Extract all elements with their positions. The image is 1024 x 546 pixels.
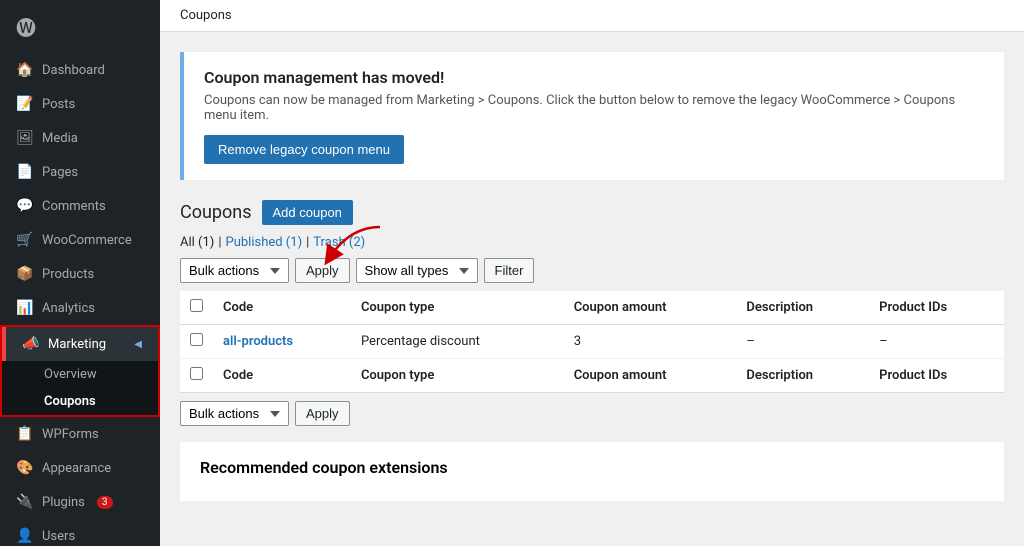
top-toolbar: Bulk actions Apply Show all types Filter	[180, 258, 1004, 283]
sidebar-item-label: Comments	[42, 199, 106, 214]
apply-button-bottom[interactable]: Apply	[295, 401, 350, 426]
footer-coupon-amount: Coupon amount	[564, 359, 737, 393]
sidebar-item-label: Marketing	[48, 337, 106, 352]
filter-tab-trash[interactable]: Trash (2)	[313, 235, 365, 250]
bulk-actions-select-top[interactable]: Bulk actions	[180, 258, 289, 283]
row-amount: 3	[564, 325, 737, 359]
sidebar-item-users[interactable]: 👤 Users	[0, 519, 160, 546]
notice-box: Coupon management has moved! Coupons can…	[180, 52, 1004, 180]
sidebar-item-label: Products	[42, 267, 94, 282]
footer-coupon-type: Coupon type	[351, 359, 564, 393]
sidebar-item-products[interactable]: 📦 Products	[0, 257, 160, 291]
remove-legacy-menu-button[interactable]: Remove legacy coupon menu	[204, 135, 404, 164]
sidebar-item-pages[interactable]: 📄 Pages	[0, 155, 160, 189]
apply-button-top[interactable]: Apply	[295, 258, 350, 283]
footer-product-ids: Product IDs	[869, 359, 1004, 393]
plugins-badge: 3	[97, 496, 113, 509]
sidebar-item-dashboard[interactable]: 🏠 Dashboard	[0, 53, 160, 87]
coupon-link[interactable]: all-products	[223, 334, 293, 349]
sidebar-item-marketing[interactable]: 📣 Marketing ◀	[2, 327, 158, 361]
topbar: Coupons	[160, 0, 1024, 32]
header-coupon-type: Coupon type	[351, 291, 564, 325]
filter-tabs: All (1) | Published (1) | Trash (2)	[180, 235, 1004, 250]
woo-icon: 🛒	[16, 231, 34, 249]
sidebar-sub-item-coupons[interactable]: Coupons	[2, 388, 158, 415]
sidebar-item-wpforms[interactable]: 📋 WPForms	[0, 417, 160, 451]
posts-icon: 📝	[16, 95, 34, 113]
select-all-checkbox[interactable]	[190, 299, 203, 312]
filter-tab-all[interactable]: All (1)	[180, 235, 214, 250]
sidebar-item-label: WooCommerce	[42, 233, 132, 248]
analytics-icon: 📊	[16, 299, 34, 317]
wp-icon: 🅦	[16, 12, 36, 41]
sidebar-item-label: Posts	[42, 97, 75, 112]
filter-button[interactable]: Filter	[484, 258, 535, 283]
row-checkbox-col	[180, 325, 213, 359]
header-product-ids: Product IDs	[869, 291, 1004, 325]
footer-code: Code	[213, 359, 351, 393]
sidebar-item-appearance[interactable]: 🎨 Appearance	[0, 451, 160, 485]
header-description: Description	[736, 291, 869, 325]
footer-checkbox-col	[180, 359, 213, 393]
row-checkbox[interactable]	[190, 333, 203, 346]
filter-tab-published[interactable]: Published (1)	[226, 235, 303, 250]
sidebar-item-media[interactable]: 🖼 Media	[0, 121, 160, 155]
row-type: Percentage discount	[351, 325, 564, 359]
footer-description: Description	[736, 359, 869, 393]
add-coupon-button[interactable]: Add coupon	[262, 200, 353, 225]
appearance-icon: 🎨	[16, 459, 34, 477]
marketing-icon: 📣	[22, 335, 40, 353]
users-icon: 👤	[16, 527, 34, 545]
content-area: Coupon management has moved! Coupons can…	[160, 32, 1024, 546]
chevron-icon: ◀	[134, 339, 142, 350]
select-all-footer-checkbox[interactable]	[190, 367, 203, 380]
media-icon: 🖼	[16, 129, 34, 147]
sidebar-item-label: Analytics	[42, 301, 95, 316]
sidebar-item-woocommerce[interactable]: 🛒 WooCommerce	[0, 223, 160, 257]
row-description: –	[736, 325, 869, 359]
sidebar-sub-item-overview[interactable]: Overview	[2, 361, 158, 388]
table-header-row: Code Coupon type Coupon amount Descripti…	[180, 291, 1004, 325]
show-all-types-select[interactable]: Show all types	[356, 258, 478, 283]
comments-icon: 💬	[16, 197, 34, 215]
recommended-section: Recommended coupon extensions	[180, 442, 1004, 501]
plugins-icon: 🔌	[16, 493, 34, 511]
bottom-toolbar: Bulk actions Apply	[180, 401, 1004, 426]
table-footer-row: Code Coupon type Coupon amount Descripti…	[180, 359, 1004, 393]
notice-body: Coupons can now be managed from Marketin…	[204, 93, 984, 123]
sidebar-item-label: Plugins	[42, 495, 85, 510]
sidebar-item-label: WPForms	[42, 427, 99, 442]
sidebar-item-posts[interactable]: 📝 Posts	[0, 87, 160, 121]
sidebar-item-comments[interactable]: 💬 Comments	[0, 189, 160, 223]
sidebar-item-label: Dashboard	[42, 63, 105, 78]
sidebar: 🅦 🏠 Dashboard 📝 Posts 🖼 Media 📄 Pages 💬 …	[0, 0, 160, 546]
sidebar-item-plugins[interactable]: 🔌 Plugins 3	[0, 485, 160, 519]
wpforms-icon: 📋	[16, 425, 34, 443]
main-content: Coupons Coupon management has moved! Cou…	[160, 0, 1024, 546]
products-icon: 📦	[16, 265, 34, 283]
sidebar-item-label: Appearance	[42, 461, 111, 476]
sidebar-item-label: Users	[42, 529, 75, 544]
wp-logo: 🅦	[0, 0, 160, 53]
sidebar-item-label: Media	[42, 131, 78, 146]
pages-icon: 📄	[16, 163, 34, 181]
header-coupon-amount: Coupon amount	[564, 291, 737, 325]
coupons-title: Coupons	[180, 202, 252, 223]
dashboard-icon: 🏠	[16, 61, 34, 79]
page-title: Coupons	[180, 8, 232, 23]
header-checkbox-col	[180, 291, 213, 325]
row-code: all-products	[213, 325, 351, 359]
bulk-actions-select-bottom[interactable]: Bulk actions	[180, 401, 289, 426]
marketing-submenu: Overview Coupons	[2, 361, 158, 415]
coupons-table: Code Coupon type Coupon amount Descripti…	[180, 291, 1004, 393]
coupons-section-header: Coupons Add coupon	[180, 200, 353, 225]
notice-heading: Coupon management has moved!	[204, 68, 984, 87]
recommended-title: Recommended coupon extensions	[200, 458, 984, 477]
row-product-ids: –	[869, 325, 1004, 359]
header-code: Code	[213, 291, 351, 325]
table-row: all-products Percentage discount 3 – –	[180, 325, 1004, 359]
sidebar-item-label: Pages	[42, 165, 78, 180]
sidebar-item-analytics[interactable]: 📊 Analytics	[0, 291, 160, 325]
